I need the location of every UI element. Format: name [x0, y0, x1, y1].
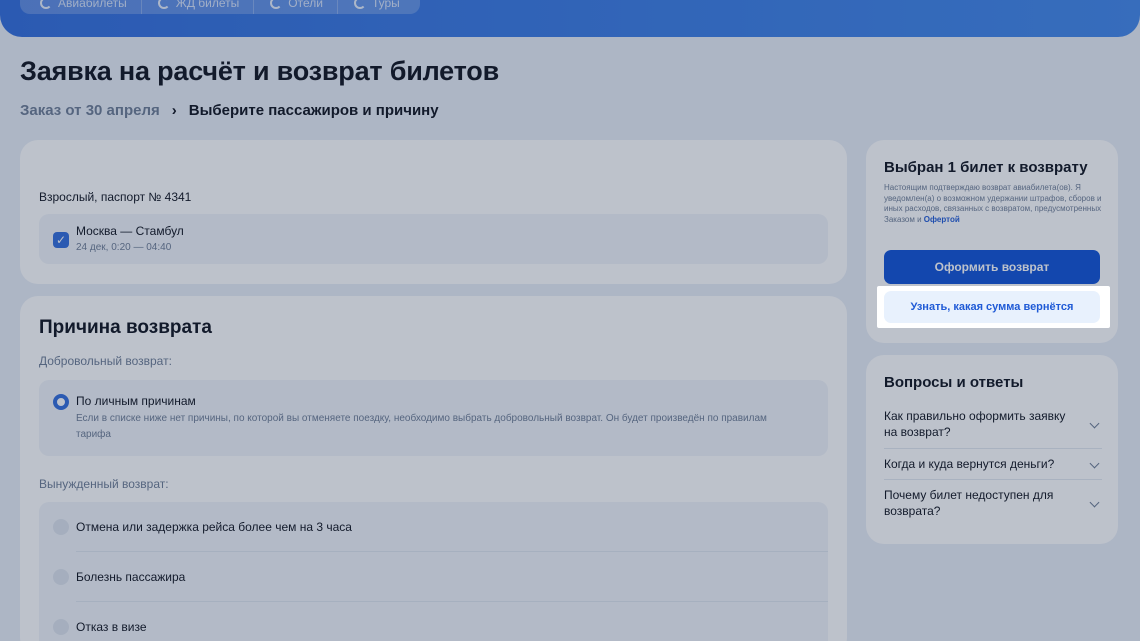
forced-option-label: Болезнь пассажира: [76, 570, 186, 584]
nav-tab-hotels[interactable]: Отели: [256, 0, 338, 14]
page-title: Заявка на расчёт и возврат билетов: [20, 56, 500, 86]
forced-option-label: Отказ в визе: [76, 620, 147, 634]
refund-notice-text: Настоящим подтверждаю возврат авиабилета…: [884, 183, 1102, 224]
estimate-refund-button[interactable]: Узнать, какая сумма вернётся: [884, 291, 1100, 323]
brand-logo-icon: [40, 0, 52, 9]
forced-radio[interactable]: [53, 619, 69, 635]
forced-option-illness[interactable]: Болезнь пассажира: [39, 552, 828, 602]
chevron-down-icon: [1089, 418, 1100, 429]
reason-card: Причина возврата Добровольный возврат: П…: [20, 296, 847, 641]
voluntary-radio[interactable]: [53, 394, 69, 410]
service-nav-tabs: Авиабилеты ЖД билеты Отели Туры: [20, 0, 420, 14]
breadcrumb-order-link[interactable]: Заказ от 30 апреля: [20, 102, 160, 119]
route-name: Москва — Стамбул: [76, 224, 184, 238]
brand-logo-icon: [353, 0, 366, 9]
forced-radio[interactable]: [53, 519, 69, 535]
faq-card: Вопросы и ответы Как правильно оформить …: [866, 355, 1118, 544]
chevron-down-icon: [1089, 458, 1100, 469]
nav-tab-trains[interactable]: ЖД билеты: [144, 0, 255, 14]
faq-item[interactable]: Почему билет недоступен для возврата?: [884, 487, 1102, 519]
reason-title: Причина возврата: [39, 317, 212, 338]
forced-radio[interactable]: [53, 569, 69, 585]
breadcrumb: Заказ от 30 апреля › Выберите пассажиров…: [20, 102, 439, 119]
forced-label: Вынужденный возврат:: [39, 477, 169, 491]
chevron-down-icon: [1089, 497, 1100, 508]
nav-tab-label: Туры: [371, 0, 400, 10]
faq-question: Когда и куда вернутся деньги?: [884, 457, 1055, 471]
faq-question: Как правильно оформить заявку на возврат…: [884, 409, 1066, 439]
divider: [884, 448, 1102, 449]
nav-tab-label: Отели: [288, 0, 323, 10]
faq-title: Вопросы и ответы: [884, 374, 1024, 391]
chevron-right-icon: ›: [171, 102, 177, 119]
nav-tab-label: ЖД билеты: [175, 0, 240, 10]
check-icon: ✓: [55, 233, 67, 247]
route-time: 24 дек, 0:20 — 04:40: [76, 242, 172, 253]
nav-tab-label: Авиабилеты: [58, 0, 127, 10]
submit-refund-button[interactable]: Оформить возврат: [884, 250, 1100, 284]
voluntary-option[interactable]: По личным причинам Если в списке ниже не…: [39, 380, 828, 456]
faq-item[interactable]: Когда и куда вернутся деньги?: [884, 456, 1102, 472]
faq-question: Почему билет недоступен для возврата?: [884, 488, 1054, 518]
nav-tab-tours[interactable]: Туры: [340, 0, 414, 14]
route-checkbox[interactable]: ✓: [53, 232, 69, 248]
refund-title: Выбран 1 билет к возврату: [884, 159, 1088, 176]
forced-option-label: Отмена или задержка рейса более чем на 3…: [76, 520, 352, 534]
route-option[interactable]: ✓ Москва — Стамбул 24 дек, 0:20 — 04:40: [39, 214, 828, 264]
refund-notice: Настоящим подтверждаю возврат авиабилета…: [884, 183, 1104, 225]
passenger-card: Взрослый, паспорт № 4341 ✓ Москва — Стам…: [20, 140, 847, 284]
divider: [884, 479, 1102, 480]
faq-item[interactable]: Как правильно оформить заявку на возврат…: [884, 408, 1102, 440]
voluntary-option-description: Если в списке ниже нет причины, по котор…: [76, 413, 767, 440]
offer-link[interactable]: Офертой: [924, 215, 960, 224]
brand-logo-icon: [270, 0, 283, 9]
breadcrumb-current: Выберите пассажиров и причину: [188, 102, 439, 119]
forced-option-visa-denial[interactable]: Отказ в визе: [39, 602, 828, 641]
brand-logo-icon: [157, 0, 170, 9]
passenger-title: Взрослый, паспорт № 4341: [39, 190, 192, 204]
forced-options-list: Отмена или задержка рейса более чем на 3…: [39, 502, 828, 641]
voluntary-label: Добровольный возврат:: [39, 354, 172, 368]
voluntary-option-label: По личным причинам: [76, 394, 196, 408]
forced-option-flight-cancel[interactable]: Отмена или задержка рейса более чем на 3…: [39, 502, 828, 552]
top-header-band: Авиабилеты ЖД билеты Отели Туры: [0, 0, 1140, 37]
nav-tab-flights[interactable]: Авиабилеты: [26, 0, 142, 14]
